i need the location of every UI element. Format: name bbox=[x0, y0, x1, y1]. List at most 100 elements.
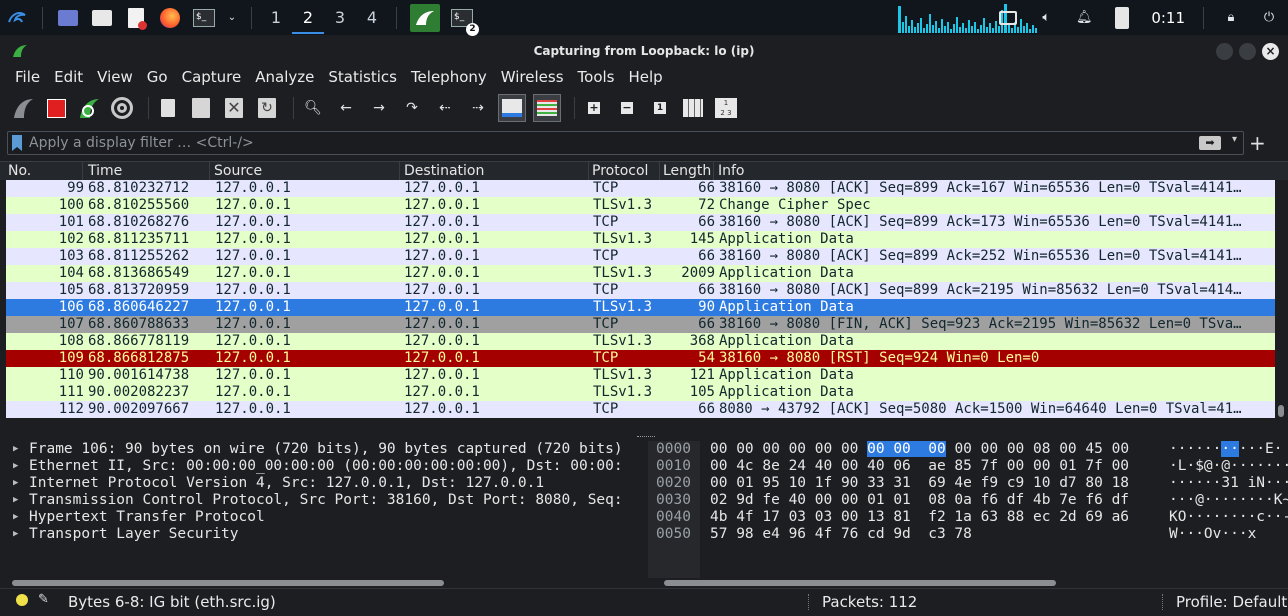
volume-icon[interactable]: 🔈︎ bbox=[1034, 6, 1058, 30]
hex-bytes[interactable]: 00 4c 8e 24 40 00 40 06 ae 85 7f 00 00 0… bbox=[710, 458, 1129, 475]
scrollbar-thumb[interactable] bbox=[1278, 405, 1284, 417]
hex-bytes[interactable]: 02 9d fe 40 00 00 01 01 08 0a f6 df 4b 7… bbox=[710, 492, 1129, 509]
layout-icon[interactable]: 12 3 bbox=[713, 95, 739, 121]
go-forward-icon[interactable]: → bbox=[366, 95, 392, 121]
details-horizontal-scrollbar[interactable] bbox=[12, 580, 444, 586]
expand-arrow-icon[interactable]: ▶ bbox=[13, 475, 18, 492]
menu-analyze[interactable]: Analyze bbox=[248, 68, 321, 86]
clock[interactable]: 0:11 bbox=[1151, 9, 1185, 27]
find-packet-icon[interactable]: 🔍︎ bbox=[300, 95, 326, 121]
battery-icon[interactable] bbox=[1110, 6, 1134, 30]
hex-ascii[interactable]: ·L·$@·@········· bbox=[1169, 458, 1288, 475]
expert-info-icon[interactable] bbox=[16, 594, 28, 606]
go-first-icon[interactable]: ⇠ bbox=[432, 95, 458, 121]
expand-arrow-icon[interactable]: ▶ bbox=[13, 458, 18, 475]
network-icon[interactable] bbox=[996, 6, 1020, 30]
packet-list-scrollbar[interactable] bbox=[1275, 180, 1288, 418]
details-tree-item[interactable]: ▶ Transmission Control Protocol, Src Port… bbox=[6, 492, 642, 509]
packet-row[interactable]: 108 68.866778119 127.0.0.1 127.0.0.1 TLSv1.3… bbox=[6, 333, 1275, 350]
minimize-button[interactable] bbox=[1216, 43, 1233, 60]
open-file-icon[interactable] bbox=[155, 95, 181, 121]
hex-bytes[interactable]: 4b 4f 17 03 03 00 13 81 f2 1a 63 88 ec 2… bbox=[710, 509, 1129, 526]
menu-telephony[interactable]: Telephony bbox=[404, 68, 494, 86]
zoom-in-icon[interactable]: + bbox=[581, 95, 607, 121]
terminal-icon[interactable]: $_ 2 bbox=[450, 6, 479, 36]
capture-options-icon[interactable] bbox=[109, 95, 135, 121]
add-filter-button[interactable]: + bbox=[1249, 131, 1266, 155]
expand-arrow-icon[interactable]: ▶ bbox=[13, 492, 18, 509]
menu-edit[interactable]: Edit bbox=[47, 68, 90, 86]
packet-bytes-pane[interactable]: 0000 00 00 00 00 00 00 00 00 00 00 00 00 … bbox=[648, 441, 1288, 588]
workspace-2[interactable]: 2 bbox=[292, 1, 324, 34]
hex-ascii[interactable]: ···········E· bbox=[1169, 441, 1283, 458]
packet-details-tree[interactable]: ▶ Frame 106: 90 bytes on wire (720 bits),… bbox=[6, 441, 642, 588]
packet-row[interactable]: 103 68.811255262 127.0.0.1 127.0.0.1 TCP 66 38… bbox=[6, 248, 1275, 265]
text-editor-icon[interactable] bbox=[124, 6, 148, 30]
packet-row[interactable]: 105 68.813720959 127.0.0.1 127.0.0.1 TCP 66 38… bbox=[6, 282, 1275, 299]
details-tree-item[interactable]: ▶ Internet Protocol Version 4, Src: 127.0… bbox=[6, 475, 642, 492]
column-header-length[interactable]: Length bbox=[658, 162, 714, 181]
chevron-down-icon[interactable]: ▾ bbox=[1232, 134, 1237, 145]
terminal-icon[interactable]: $_ bbox=[192, 6, 216, 30]
details-tree-item[interactable]: ▶ Frame 106: 90 bytes on wire (720 bits),… bbox=[6, 441, 642, 458]
hex-bytes[interactable]: 57 98 e4 96 4f 76 cd 9d c3 78 bbox=[710, 526, 972, 543]
column-header-info[interactable]: Info bbox=[713, 162, 1273, 181]
edit-comment-icon[interactable]: ✎ bbox=[38, 592, 49, 607]
workspace-3[interactable]: 3 bbox=[324, 8, 356, 27]
packet-row[interactable]: 101 68.810268276 127.0.0.1 127.0.0.1 TCP 66 38… bbox=[6, 214, 1275, 231]
kali-menu-icon[interactable] bbox=[5, 6, 29, 30]
go-back-icon[interactable]: ← bbox=[333, 95, 359, 121]
packet-row[interactable]: 99 68.810232712 127.0.0.1 127.0.0.1 TCP 66 381… bbox=[6, 180, 1275, 197]
firefox-icon[interactable] bbox=[158, 6, 182, 30]
stop-capture-icon[interactable] bbox=[43, 95, 69, 121]
details-tree-item[interactable]: ▶ Transport Layer Security bbox=[6, 526, 642, 543]
packet-row[interactable]: 110 90.001614738 127.0.0.1 127.0.0.1 TLSv1.3… bbox=[6, 367, 1275, 384]
go-last-icon[interactable]: ⇢ bbox=[465, 95, 491, 121]
column-header-time[interactable]: Time bbox=[83, 162, 210, 181]
packet-row[interactable]: 112 90.002097667 127.0.0.1 127.0.0.1 TCP 66 80… bbox=[6, 401, 1275, 418]
expand-arrow-icon[interactable]: ▶ bbox=[13, 526, 18, 543]
details-tree-item[interactable]: ▶ Hypertext Transfer Protocol bbox=[6, 509, 642, 526]
pane-splitter[interactable] bbox=[0, 418, 1288, 441]
packet-row[interactable]: 111 90.002082237 127.0.0.1 127.0.0.1 TLSv1.3… bbox=[6, 384, 1275, 401]
column-header-destination[interactable]: Destination bbox=[399, 162, 589, 181]
hex-ascii[interactable]: W···Ov···x bbox=[1169, 526, 1256, 543]
workspace-4[interactable]: 4 bbox=[356, 8, 388, 27]
zoom-out-icon[interactable]: − bbox=[614, 95, 640, 121]
normal-size-icon[interactable]: 1 bbox=[647, 95, 673, 121]
menu-go[interactable]: Go bbox=[140, 68, 175, 86]
wireshark-icon[interactable] bbox=[410, 3, 440, 32]
apply-filter-button[interactable]: ➡ bbox=[1199, 136, 1221, 150]
packet-row[interactable]: 109 68.866812875 127.0.0.1 127.0.0.1 TCP 54 38… bbox=[6, 350, 1275, 367]
status-profile[interactable]: Profile: Default bbox=[1176, 593, 1287, 611]
packet-row[interactable]: 102 68.811235711 127.0.0.1 127.0.0.1 TLSv1.3… bbox=[6, 231, 1275, 248]
hex-ascii[interactable]: KO········c··-i· bbox=[1169, 509, 1288, 526]
packet-list[interactable]: 99 68.810232712 127.0.0.1 127.0.0.1 TCP 66 381… bbox=[6, 180, 1275, 418]
display-filter-input[interactable] bbox=[29, 133, 1189, 153]
close-button[interactable]: × bbox=[1262, 43, 1279, 60]
hex-bytes[interactable]: 00 00 00 00 00 00 00 00 00 00 00 00 08 0… bbox=[710, 441, 1129, 458]
maximize-button[interactable] bbox=[1239, 43, 1256, 60]
splitter-grip[interactable] bbox=[637, 436, 655, 438]
hex-ascii[interactable]: ······31 iN······ bbox=[1169, 475, 1288, 492]
files-icon[interactable] bbox=[90, 6, 114, 30]
hex-bytes[interactable]: 00 01 95 10 1f 90 33 31 69 4e f9 c9 10 d… bbox=[710, 475, 1129, 492]
reload-file-icon[interactable]: ↻ bbox=[254, 95, 280, 121]
packet-row[interactable]: 104 68.813686549 127.0.0.1 127.0.0.1 TLSv1.3… bbox=[6, 265, 1275, 282]
colorize-icon[interactable] bbox=[533, 94, 561, 122]
column-header-no[interactable]: No. bbox=[3, 162, 83, 181]
packet-row[interactable]: 100 68.810255560 127.0.0.1 127.0.0.1 TLSv1.3… bbox=[6, 197, 1275, 214]
lock-icon[interactable]: 🔒︎ bbox=[1219, 6, 1243, 30]
menu-statistics[interactable]: Statistics bbox=[321, 68, 404, 86]
menu-tools[interactable]: Tools bbox=[571, 68, 622, 86]
go-to-packet-icon[interactable]: ↷ bbox=[399, 95, 425, 121]
menu-capture[interactable]: Capture bbox=[175, 68, 249, 86]
menu-view[interactable]: View bbox=[90, 68, 140, 86]
workspace-1[interactable]: 1 bbox=[260, 8, 292, 27]
start-capture-icon[interactable] bbox=[10, 95, 36, 121]
save-file-icon[interactable] bbox=[188, 95, 214, 121]
packet-row[interactable]: 106 68.860646227 127.0.0.1 127.0.0.1 TLSv1.3… bbox=[6, 299, 1275, 316]
resize-columns-icon[interactable] bbox=[680, 95, 706, 121]
column-header-source[interactable]: Source bbox=[209, 162, 400, 181]
bytes-horizontal-scrollbar[interactable] bbox=[664, 580, 1056, 586]
